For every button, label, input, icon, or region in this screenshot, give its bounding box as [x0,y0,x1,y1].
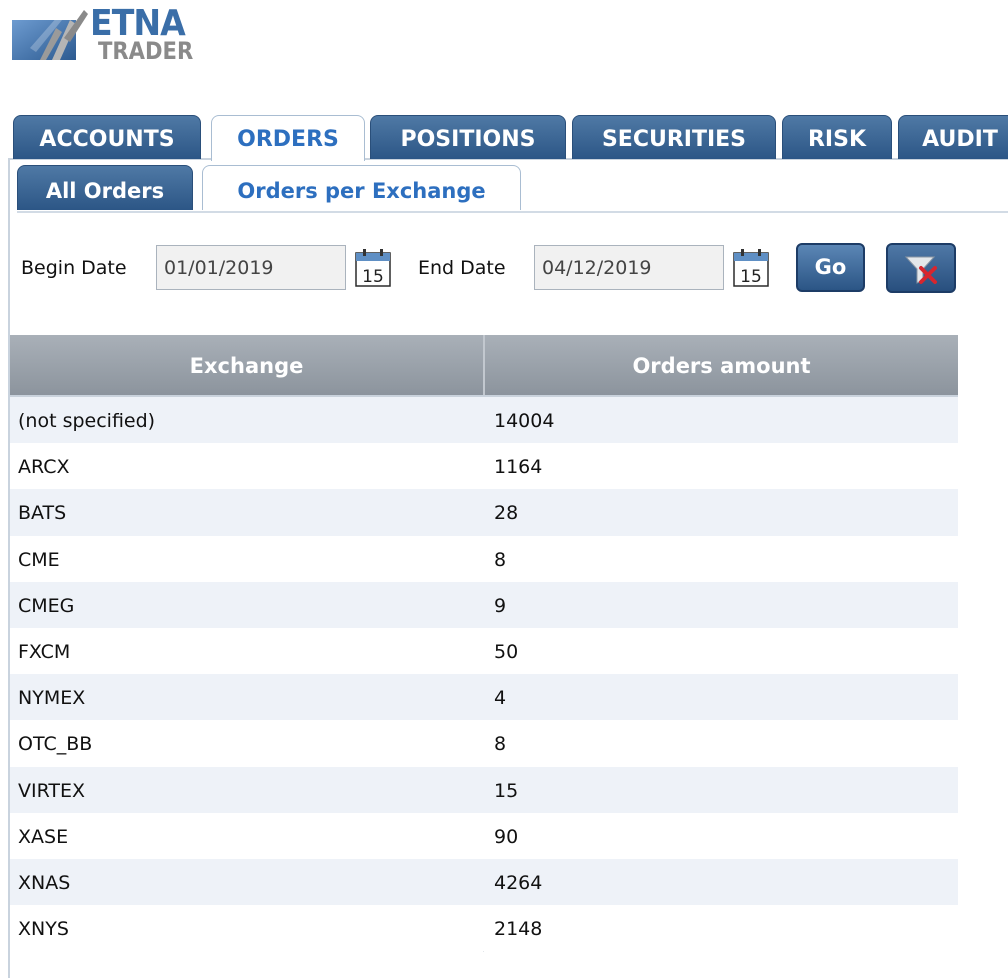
exchange-cell: OTC_BB [18,733,93,756]
orders-amount-cell: 8 [494,548,507,571]
table-body: (not specified) 14004 ARCX 1164 BATS 28 … [10,397,958,952]
orders-amount-cell: 9 [494,594,507,617]
main-tab-bar: ACCOUNTS ORDERS POSITIONS SECURITIES RIS… [12,115,1008,161]
logo-trader-text: TRADER [98,37,194,65]
tab-securities[interactable]: SECURITIES [572,115,776,159]
begin-date-calendar-icon[interactable]: 15 [355,249,391,287]
orders-amount-cell: 28 [494,502,519,525]
tab-risk[interactable]: RISK [782,115,892,159]
table-row[interactable]: XASE 90 [10,812,958,859]
table-row[interactable]: FXCM 50 [10,627,958,675]
exchange-cell: VIRTEX [18,779,86,802]
exchange-cell: (not specified) [18,410,156,432]
exchange-cell: NYMEX [18,687,86,710]
end-calendar-day: 15 [740,267,762,287]
logo-text: ETNA TRADER [84,4,214,68]
orders-amount-cell: 4264 [494,871,543,894]
etna-trader-logo: ETNA TRADER [12,4,212,68]
logo-mark-icon [12,10,88,60]
table-row[interactable]: OTC_BB 8 [10,720,958,767]
tab-positions[interactable]: POSITIONS [370,115,566,159]
exchange-cell: FXCM [18,640,71,663]
exchange-cell: CMEG [18,594,75,617]
orders-per-exchange-table: Exchange Orders amount (not specified) 1… [10,335,958,952]
table-row[interactable]: XNYS 2148 [10,905,958,952]
clear-filter-button[interactable] [886,243,956,293]
exchange-cell: ARCX [18,456,70,479]
orders-amount-cell: 4 [494,687,507,710]
tab-audit[interactable]: AUDIT [898,115,1008,159]
tab-orders[interactable]: ORDERS [211,115,365,161]
clear-filter-icon [904,256,937,284]
table-row[interactable]: NYMEX 4 [10,674,958,721]
orders-amount-cell: 2148 [494,918,543,941]
table-row[interactable]: ARCX 1164 [10,443,958,490]
orders-amount-cell: 8 [494,733,507,756]
table-row[interactable]: (not specified) 14004 [10,397,958,444]
exchange-cell: BATS [18,502,67,525]
table-header: Exchange Orders amount [10,335,958,397]
end-date-calendar-icon[interactable]: 15 [733,249,769,287]
orders-amount-cell: 90 [494,825,519,848]
column-header-orders-amount[interactable]: Orders amount [485,335,958,395]
orders-amount-cell: 1164 [494,456,543,479]
exchange-cell: XNAS [18,871,71,894]
column-header-exchange[interactable]: Exchange [10,335,483,395]
tab-accounts[interactable]: ACCOUNTS [13,115,201,159]
orders-amount-cell: 14004 [494,410,555,432]
sub-tab-bar: All Orders Orders per Exchange [17,165,1008,213]
exchange-cell: XASE [18,825,69,848]
table-row[interactable]: BATS 28 [10,489,958,536]
orders-amount-cell: 15 [494,779,519,802]
table-row[interactable]: CMEG 9 [10,581,958,628]
orders-amount-cell: 50 [494,640,519,663]
tab-orders-per-exchange[interactable]: Orders per Exchange [202,165,521,210]
exchange-cell: CME [18,548,60,571]
table-row[interactable]: VIRTEX 15 [10,766,958,813]
table-row[interactable]: XNAS 4264 [10,858,958,906]
begin-date-label: Begin Date [21,257,127,279]
go-button[interactable]: Go [796,243,865,292]
table-row[interactable]: CME 8 [10,535,958,582]
exchange-cell: XNYS [18,918,69,941]
tab-all-orders[interactable]: All Orders [17,165,193,210]
end-date-input[interactable] [534,245,724,290]
begin-date-input[interactable] [156,245,346,290]
begin-calendar-day: 15 [362,267,384,287]
end-date-label: End Date [418,257,506,279]
